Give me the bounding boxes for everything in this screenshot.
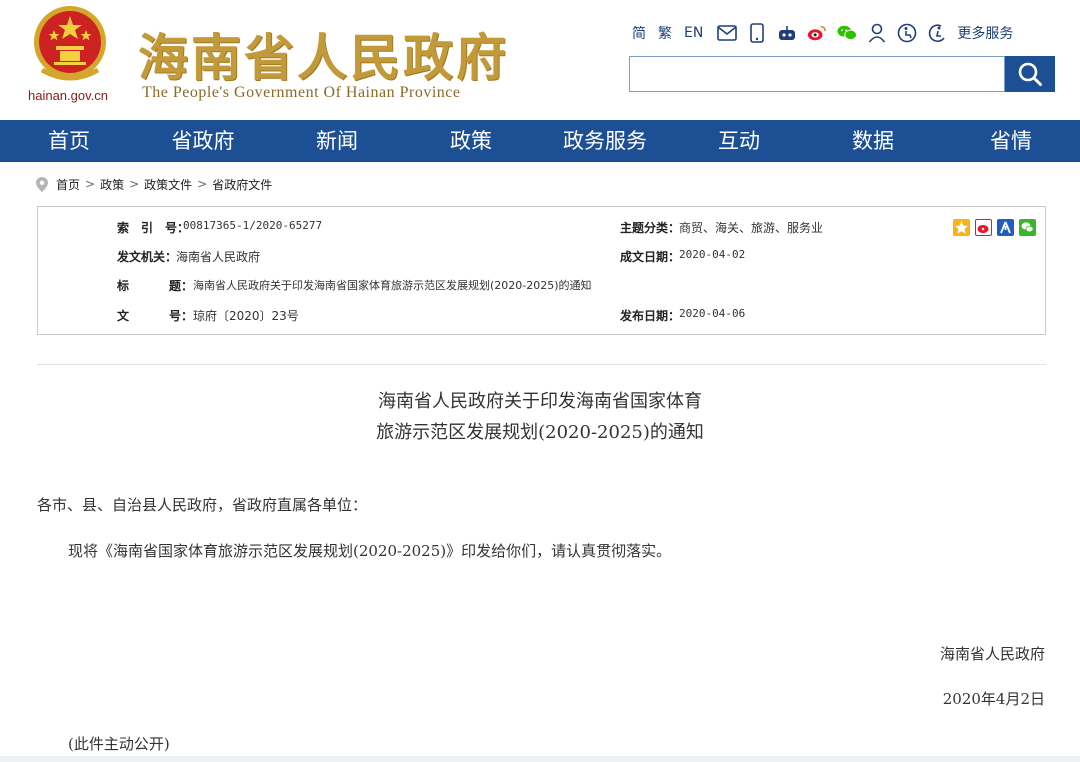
mobile-icon[interactable] xyxy=(747,23,767,43)
simplified-chinese-link[interactable]: 简 xyxy=(632,23,646,43)
main-nav: 首页 省政府 新闻 政策 政务服务 互动 数据 省情 xyxy=(0,120,1080,162)
national-emblem-icon[interactable] xyxy=(30,4,110,86)
breadcrumb-policy-docs[interactable]: 政策文件 xyxy=(144,176,192,193)
date-made-value: 2020-04-02 xyxy=(679,248,746,261)
site-domain: hainan.gov.cn xyxy=(28,88,108,103)
article-date: 2020年4月2日 xyxy=(942,690,1045,708)
breadcrumb: 首页 > 政策 > 政策文件 > 省政府文件 xyxy=(36,174,272,194)
nav-item-government[interactable]: 省政府 xyxy=(138,120,268,162)
article-paragraph: 现将《海南省国家体育旅游示范区发展规划(2020-2025)》印发给你们，请认真… xyxy=(68,542,672,560)
docno-label-b: 号： xyxy=(169,309,194,323)
nav-item-province-info[interactable]: 省情 xyxy=(942,120,1080,162)
docno-label-a: 文 xyxy=(117,309,130,323)
breadcrumb-policy[interactable]: 政策 xyxy=(100,176,124,193)
location-pin-icon xyxy=(36,176,48,192)
share-icons xyxy=(953,219,1041,236)
title-label-a: 标 xyxy=(117,279,130,293)
content-divider xyxy=(37,364,1046,365)
docno-value: 琼府〔2020〕23号 xyxy=(193,309,299,323)
bottom-strip xyxy=(0,756,1080,762)
breadcrumb-separator: > xyxy=(197,177,208,191)
weibo-icon[interactable] xyxy=(807,23,827,43)
nav-item-interaction[interactable]: 互动 xyxy=(674,120,804,162)
category-label: 主题分类： xyxy=(620,221,681,235)
user-icon[interactable] xyxy=(867,23,887,43)
site-title[interactable]: 海南省人民政府 xyxy=(138,18,509,90)
robot-icon[interactable] xyxy=(777,23,797,43)
traditional-chinese-link[interactable]: 繁 xyxy=(658,23,672,43)
publish-label: 发布日期： xyxy=(620,309,681,323)
issuer-value: 海南省人民政府 xyxy=(176,250,261,264)
nav-item-home[interactable]: 首页 xyxy=(0,120,138,162)
nav-item-policy[interactable]: 政策 xyxy=(406,120,536,162)
nav-item-services[interactable]: 政务服务 xyxy=(536,120,674,162)
search-button[interactable] xyxy=(1005,56,1055,92)
accessibility-icon[interactable] xyxy=(897,23,917,43)
category-value: 商贸、海关、旅游、服务业 xyxy=(679,221,824,235)
search-input[interactable] xyxy=(629,56,1005,92)
article-public-note: (此件主动公开) xyxy=(68,735,170,753)
search-icon xyxy=(1018,62,1042,86)
more-services-link[interactable]: 更多服务 xyxy=(957,23,1013,43)
header-toolbar: 简 繁 EN 更多服务 xyxy=(632,22,1013,44)
elderly-icon[interactable] xyxy=(927,23,947,43)
title-label-b: 题： xyxy=(169,279,194,293)
weibo-share-icon[interactable] xyxy=(975,219,992,236)
site-subtitle: The People's Government Of Hainan Provin… xyxy=(142,84,461,101)
issuer-label: 发文机关： xyxy=(117,250,178,264)
article-signature: 海南省人民政府 xyxy=(939,645,1045,663)
renren-icon[interactable] xyxy=(997,219,1014,236)
article-salutation: 各市、县、自治县人民政府，省政府直属各单位： xyxy=(37,496,368,514)
english-link[interactable]: EN xyxy=(684,25,703,41)
index-value: 00817365-1/2020-65277 xyxy=(183,219,323,232)
article-title-line2: 旅游示范区发展规划(2020-2025)的通知 xyxy=(376,422,704,443)
breadcrumb-gov-docs[interactable]: 省政府文件 xyxy=(212,176,272,193)
index-label: 索 引 号： xyxy=(117,221,190,235)
nav-item-data[interactable]: 数据 xyxy=(804,120,942,162)
publish-value: 2020-04-06 xyxy=(679,307,746,320)
title-value: 海南省人民政府关于印发海南省国家体育旅游示范区发展规划(2020-2025)的通… xyxy=(193,279,592,292)
site-header: hainan.gov.cn 海南省人民政府 The People's Gover… xyxy=(0,0,1080,120)
breadcrumb-home[interactable]: 首页 xyxy=(56,176,80,193)
mail-icon[interactable] xyxy=(717,23,738,43)
wechat-share-icon[interactable] xyxy=(1019,219,1036,236)
breadcrumb-separator: > xyxy=(129,177,140,191)
nav-item-news[interactable]: 新闻 xyxy=(268,120,406,162)
article-title-line1: 海南省人民政府关于印发海南省国家体育 xyxy=(378,391,702,412)
breadcrumb-separator: > xyxy=(85,177,96,191)
document-metadata-box: 索 引 号： 00817365-1/2020-65277 主题分类： 商贸、海关… xyxy=(37,206,1046,335)
date-made-label: 成文日期： xyxy=(620,250,681,264)
qzone-icon[interactable] xyxy=(953,219,970,236)
wechat-icon[interactable] xyxy=(837,23,858,43)
